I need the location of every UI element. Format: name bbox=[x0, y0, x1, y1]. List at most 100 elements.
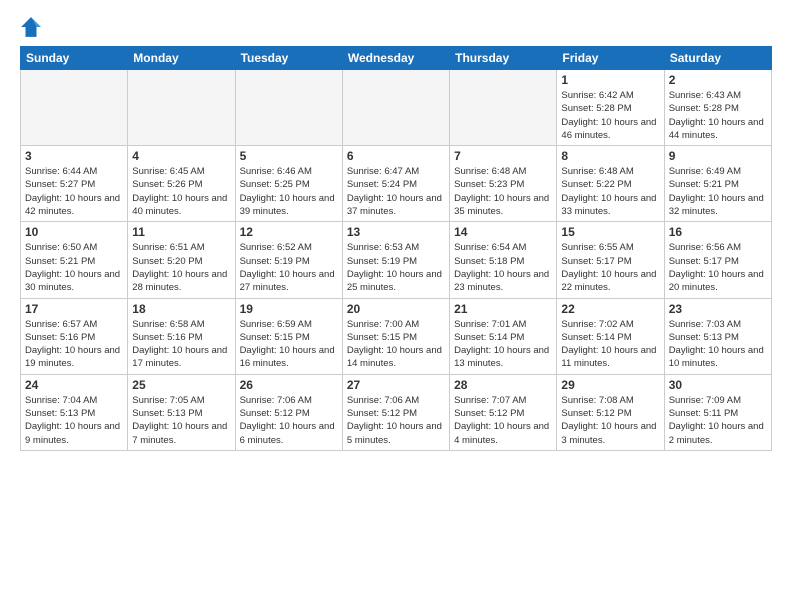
calendar-cell: 21 Sunrise: 7:01 AMSunset: 5:14 PMDaylig… bbox=[450, 298, 557, 374]
day-number: 17 bbox=[25, 302, 123, 316]
page: SundayMondayTuesdayWednesdayThursdayFrid… bbox=[0, 0, 792, 612]
calendar-cell: 8 Sunrise: 6:48 AMSunset: 5:22 PMDayligh… bbox=[557, 146, 664, 222]
calendar-cell: 17 Sunrise: 6:57 AMSunset: 5:16 PMDaylig… bbox=[21, 298, 128, 374]
day-info: Sunrise: 7:01 AMSunset: 5:14 PMDaylight:… bbox=[454, 318, 552, 371]
calendar-header-thursday: Thursday bbox=[450, 47, 557, 70]
calendar-cell bbox=[235, 70, 342, 146]
calendar-cell bbox=[128, 70, 235, 146]
day-number: 2 bbox=[669, 73, 767, 87]
day-number: 16 bbox=[669, 225, 767, 239]
day-info: Sunrise: 6:53 AMSunset: 5:19 PMDaylight:… bbox=[347, 241, 445, 294]
day-number: 10 bbox=[25, 225, 123, 239]
calendar-week-5: 24 Sunrise: 7:04 AMSunset: 5:13 PMDaylig… bbox=[21, 374, 772, 450]
calendar-cell: 6 Sunrise: 6:47 AMSunset: 5:24 PMDayligh… bbox=[342, 146, 449, 222]
day-info: Sunrise: 7:07 AMSunset: 5:12 PMDaylight:… bbox=[454, 394, 552, 447]
day-number: 6 bbox=[347, 149, 445, 163]
calendar: SundayMondayTuesdayWednesdayThursdayFrid… bbox=[20, 46, 772, 451]
calendar-cell: 15 Sunrise: 6:55 AMSunset: 5:17 PMDaylig… bbox=[557, 222, 664, 298]
day-number: 24 bbox=[25, 378, 123, 392]
calendar-cell: 20 Sunrise: 7:00 AMSunset: 5:15 PMDaylig… bbox=[342, 298, 449, 374]
calendar-cell: 14 Sunrise: 6:54 AMSunset: 5:18 PMDaylig… bbox=[450, 222, 557, 298]
calendar-header-monday: Monday bbox=[128, 47, 235, 70]
day-number: 4 bbox=[132, 149, 230, 163]
day-number: 23 bbox=[669, 302, 767, 316]
day-info: Sunrise: 6:46 AMSunset: 5:25 PMDaylight:… bbox=[240, 165, 338, 218]
day-info: Sunrise: 7:08 AMSunset: 5:12 PMDaylight:… bbox=[561, 394, 659, 447]
day-number: 18 bbox=[132, 302, 230, 316]
calendar-cell bbox=[450, 70, 557, 146]
day-info: Sunrise: 7:06 AMSunset: 5:12 PMDaylight:… bbox=[240, 394, 338, 447]
calendar-header-friday: Friday bbox=[557, 47, 664, 70]
day-number: 13 bbox=[347, 225, 445, 239]
logo-icon bbox=[20, 16, 42, 38]
day-number: 12 bbox=[240, 225, 338, 239]
calendar-header-tuesday: Tuesday bbox=[235, 47, 342, 70]
day-number: 22 bbox=[561, 302, 659, 316]
calendar-week-4: 17 Sunrise: 6:57 AMSunset: 5:16 PMDaylig… bbox=[21, 298, 772, 374]
calendar-header-row: SundayMondayTuesdayWednesdayThursdayFrid… bbox=[21, 47, 772, 70]
day-info: Sunrise: 6:58 AMSunset: 5:16 PMDaylight:… bbox=[132, 318, 230, 371]
day-number: 30 bbox=[669, 378, 767, 392]
day-number: 8 bbox=[561, 149, 659, 163]
day-info: Sunrise: 7:02 AMSunset: 5:14 PMDaylight:… bbox=[561, 318, 659, 371]
day-info: Sunrise: 7:05 AMSunset: 5:13 PMDaylight:… bbox=[132, 394, 230, 447]
calendar-cell: 23 Sunrise: 7:03 AMSunset: 5:13 PMDaylig… bbox=[664, 298, 771, 374]
calendar-cell: 10 Sunrise: 6:50 AMSunset: 5:21 PMDaylig… bbox=[21, 222, 128, 298]
day-number: 5 bbox=[240, 149, 338, 163]
calendar-cell: 2 Sunrise: 6:43 AMSunset: 5:28 PMDayligh… bbox=[664, 70, 771, 146]
day-info: Sunrise: 6:50 AMSunset: 5:21 PMDaylight:… bbox=[25, 241, 123, 294]
day-info: Sunrise: 7:04 AMSunset: 5:13 PMDaylight:… bbox=[25, 394, 123, 447]
calendar-cell: 1 Sunrise: 6:42 AMSunset: 5:28 PMDayligh… bbox=[557, 70, 664, 146]
day-info: Sunrise: 6:51 AMSunset: 5:20 PMDaylight:… bbox=[132, 241, 230, 294]
day-number: 15 bbox=[561, 225, 659, 239]
logo bbox=[20, 16, 46, 38]
calendar-cell: 26 Sunrise: 7:06 AMSunset: 5:12 PMDaylig… bbox=[235, 374, 342, 450]
day-number: 19 bbox=[240, 302, 338, 316]
day-info: Sunrise: 6:48 AMSunset: 5:22 PMDaylight:… bbox=[561, 165, 659, 218]
day-number: 29 bbox=[561, 378, 659, 392]
day-info: Sunrise: 7:06 AMSunset: 5:12 PMDaylight:… bbox=[347, 394, 445, 447]
day-info: Sunrise: 6:44 AMSunset: 5:27 PMDaylight:… bbox=[25, 165, 123, 218]
day-number: 28 bbox=[454, 378, 552, 392]
day-number: 3 bbox=[25, 149, 123, 163]
day-number: 7 bbox=[454, 149, 552, 163]
day-number: 14 bbox=[454, 225, 552, 239]
calendar-cell: 7 Sunrise: 6:48 AMSunset: 5:23 PMDayligh… bbox=[450, 146, 557, 222]
day-number: 21 bbox=[454, 302, 552, 316]
calendar-week-2: 3 Sunrise: 6:44 AMSunset: 5:27 PMDayligh… bbox=[21, 146, 772, 222]
day-number: 26 bbox=[240, 378, 338, 392]
day-number: 27 bbox=[347, 378, 445, 392]
calendar-cell: 5 Sunrise: 6:46 AMSunset: 5:25 PMDayligh… bbox=[235, 146, 342, 222]
day-number: 9 bbox=[669, 149, 767, 163]
day-info: Sunrise: 6:52 AMSunset: 5:19 PMDaylight:… bbox=[240, 241, 338, 294]
day-info: Sunrise: 6:48 AMSunset: 5:23 PMDaylight:… bbox=[454, 165, 552, 218]
calendar-cell: 29 Sunrise: 7:08 AMSunset: 5:12 PMDaylig… bbox=[557, 374, 664, 450]
day-info: Sunrise: 6:45 AMSunset: 5:26 PMDaylight:… bbox=[132, 165, 230, 218]
day-info: Sunrise: 6:47 AMSunset: 5:24 PMDaylight:… bbox=[347, 165, 445, 218]
calendar-cell: 25 Sunrise: 7:05 AMSunset: 5:13 PMDaylig… bbox=[128, 374, 235, 450]
day-info: Sunrise: 7:00 AMSunset: 5:15 PMDaylight:… bbox=[347, 318, 445, 371]
day-info: Sunrise: 6:56 AMSunset: 5:17 PMDaylight:… bbox=[669, 241, 767, 294]
day-info: Sunrise: 6:49 AMSunset: 5:21 PMDaylight:… bbox=[669, 165, 767, 218]
calendar-cell: 12 Sunrise: 6:52 AMSunset: 5:19 PMDaylig… bbox=[235, 222, 342, 298]
day-number: 20 bbox=[347, 302, 445, 316]
calendar-header-sunday: Sunday bbox=[21, 47, 128, 70]
calendar-cell: 19 Sunrise: 6:59 AMSunset: 5:15 PMDaylig… bbox=[235, 298, 342, 374]
day-info: Sunrise: 7:09 AMSunset: 5:11 PMDaylight:… bbox=[669, 394, 767, 447]
day-info: Sunrise: 6:43 AMSunset: 5:28 PMDaylight:… bbox=[669, 89, 767, 142]
calendar-cell: 3 Sunrise: 6:44 AMSunset: 5:27 PMDayligh… bbox=[21, 146, 128, 222]
calendar-cell bbox=[21, 70, 128, 146]
day-info: Sunrise: 6:57 AMSunset: 5:16 PMDaylight:… bbox=[25, 318, 123, 371]
day-number: 25 bbox=[132, 378, 230, 392]
day-number: 11 bbox=[132, 225, 230, 239]
calendar-cell: 27 Sunrise: 7:06 AMSunset: 5:12 PMDaylig… bbox=[342, 374, 449, 450]
calendar-cell: 4 Sunrise: 6:45 AMSunset: 5:26 PMDayligh… bbox=[128, 146, 235, 222]
header bbox=[20, 16, 772, 38]
day-info: Sunrise: 6:54 AMSunset: 5:18 PMDaylight:… bbox=[454, 241, 552, 294]
calendar-week-1: 1 Sunrise: 6:42 AMSunset: 5:28 PMDayligh… bbox=[21, 70, 772, 146]
calendar-cell: 9 Sunrise: 6:49 AMSunset: 5:21 PMDayligh… bbox=[664, 146, 771, 222]
calendar-cell: 18 Sunrise: 6:58 AMSunset: 5:16 PMDaylig… bbox=[128, 298, 235, 374]
day-info: Sunrise: 6:59 AMSunset: 5:15 PMDaylight:… bbox=[240, 318, 338, 371]
calendar-header-wednesday: Wednesday bbox=[342, 47, 449, 70]
day-info: Sunrise: 6:42 AMSunset: 5:28 PMDaylight:… bbox=[561, 89, 659, 142]
